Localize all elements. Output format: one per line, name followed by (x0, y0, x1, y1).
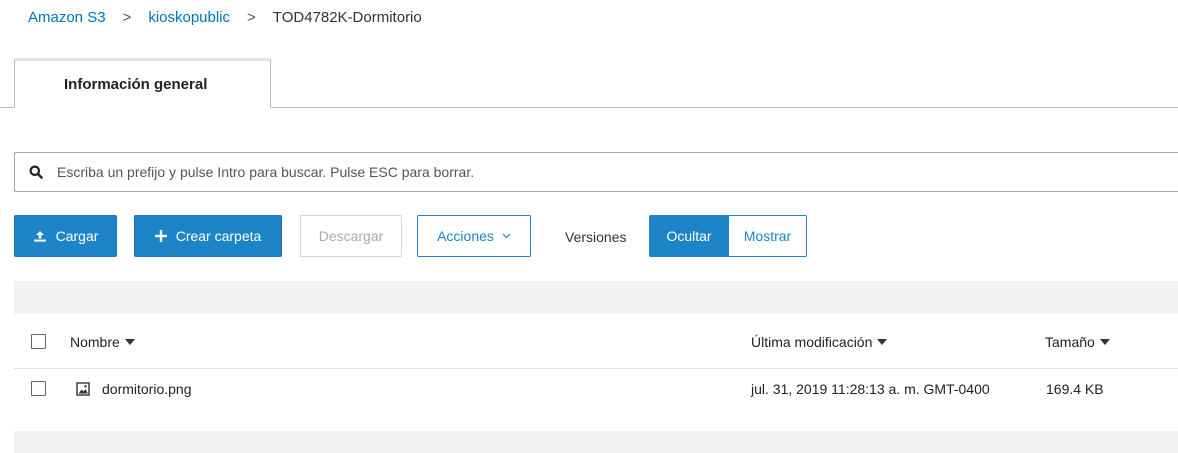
create-folder-button[interactable]: Crear carpeta (134, 215, 282, 257)
upload-icon (33, 230, 47, 242)
file-name-cell[interactable]: dormitorio.png (76, 381, 192, 397)
upload-button[interactable]: Cargar (14, 215, 117, 257)
sort-caret-icon (1099, 339, 1110, 345)
table-footer-band (14, 431, 1178, 453)
actions-dropdown-label: Acciones (437, 228, 494, 244)
download-button[interactable]: Descargar (300, 215, 402, 257)
table-header-row: Nombre Última modificación Tamaño (14, 316, 1178, 369)
sort-caret-icon (124, 339, 135, 345)
column-header-modified-label: Última modificación (751, 334, 873, 350)
column-header-size-label: Tamaño (1045, 334, 1095, 350)
breadcrumb-bucket[interactable]: kioskopublic (148, 9, 230, 26)
breadcrumb-separator: > (247, 9, 256, 26)
breadcrumb-separator: > (122, 9, 132, 26)
versions-label: Versiones (565, 229, 627, 245)
breadcrumb: Amazon S3 > kioskopublic > TOD4782K-Dorm… (28, 9, 422, 26)
search-input[interactable] (57, 164, 1178, 180)
column-header-size[interactable]: Tamaño (1045, 334, 1110, 350)
create-folder-button-label: Crear carpeta (175, 228, 262, 244)
search-bar (14, 152, 1178, 192)
select-all-checkbox[interactable] (31, 334, 46, 349)
column-header-modified[interactable]: Última modificación (751, 334, 888, 350)
column-header-name-label: Nombre (70, 334, 120, 350)
actions-dropdown[interactable]: Acciones (417, 215, 531, 257)
download-button-label: Descargar (318, 228, 384, 244)
row-checkbox[interactable] (31, 381, 46, 396)
column-header-name[interactable]: Nombre (70, 334, 135, 350)
versions-show-option[interactable]: Mostrar (729, 215, 807, 257)
breadcrumb-amazon-s3[interactable]: Amazon S3 (28, 9, 106, 26)
plus-icon (154, 230, 167, 242)
file-name-link[interactable]: dormitorio.png (102, 381, 192, 397)
file-size-cell: 169.4 KB (1046, 381, 1104, 397)
chevron-down-icon (502, 233, 511, 239)
tab-bar: Información general (0, 58, 1178, 108)
upload-button-label: Cargar (55, 228, 99, 244)
table-toolbar-band (14, 281, 1178, 314)
image-file-icon (76, 382, 90, 396)
breadcrumb-current-folder: TOD4782K-Dormitorio (272, 9, 422, 26)
file-modified-cell: jul. 31, 2019 11:28:13 a. m. GMT-0400 (751, 381, 990, 397)
tab-overview[interactable]: Información general (14, 58, 271, 108)
table-row[interactable]: dormitorio.png jul. 31, 2019 11:28:13 a.… (14, 363, 1178, 415)
versions-toggle: Ocultar Mostrar (649, 215, 807, 257)
sort-caret-icon (877, 339, 888, 345)
search-icon (15, 165, 57, 179)
versions-hide-option[interactable]: Ocultar (649, 215, 729, 257)
